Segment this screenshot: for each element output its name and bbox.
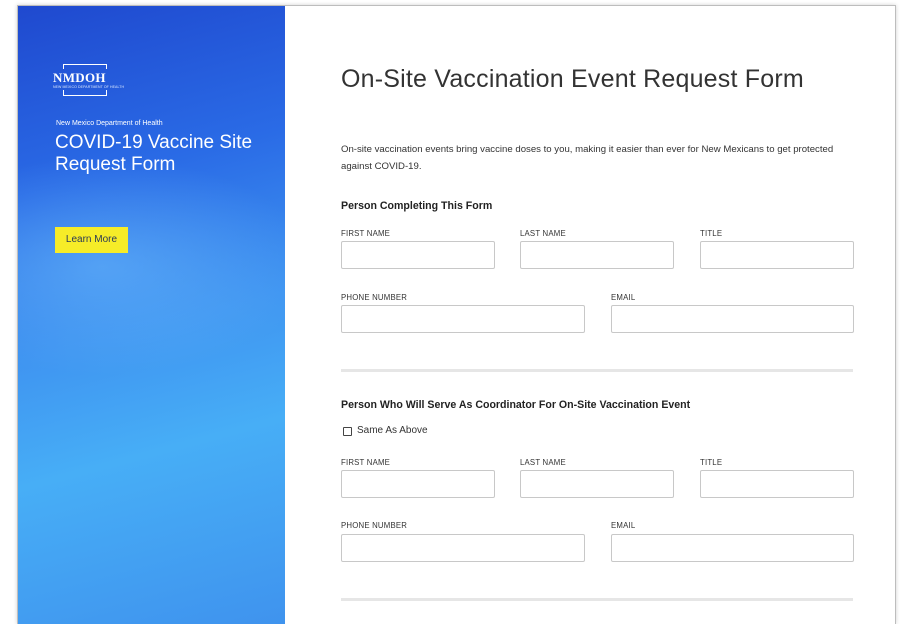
coordinator-first-name-label: FIRST NAME xyxy=(341,458,391,467)
logo-bracket-top xyxy=(63,64,107,69)
intro-text: On-site vaccination events bring vaccine… xyxy=(341,144,834,172)
logo-text: NMDOH xyxy=(53,70,106,85)
last-name-input[interactable] xyxy=(520,241,674,269)
title-label: TITLE xyxy=(700,229,723,238)
learn-more-button[interactable]: Learn More xyxy=(55,227,128,253)
same-as-above-label[interactable]: Same As Above xyxy=(357,425,428,436)
coordinator-email-label: EMAIL xyxy=(611,521,636,530)
first-name-input[interactable] xyxy=(341,241,495,269)
section-divider xyxy=(341,369,853,372)
same-as-above-checkbox[interactable] xyxy=(343,427,352,436)
email-input[interactable] xyxy=(611,305,854,333)
page-title: On-Site Vaccination Event Request Form xyxy=(341,65,804,93)
coordinator-phone-number-label: PHONE NUMBER xyxy=(341,521,408,530)
coordinator-first-name-input[interactable] xyxy=(341,470,495,498)
last-name-label: LAST NAME xyxy=(520,229,566,238)
section-heading-person-completing: Person Completing This Form xyxy=(341,200,493,212)
section-divider-bottom xyxy=(341,598,853,601)
coordinator-title-label: TITLE xyxy=(700,458,723,467)
logo-subtext: NEW MEXICO DEPARTMENT OF HEALTH xyxy=(53,85,125,89)
nmdoh-logo: NMDOH NEW MEXICO DEPARTMENT OF HEALTH xyxy=(53,64,133,100)
coordinator-email-input[interactable] xyxy=(611,534,854,562)
coordinator-phone-number-input[interactable] xyxy=(341,534,585,562)
department-name: New Mexico Department of Health xyxy=(56,120,163,127)
coordinator-last-name-label: LAST NAME xyxy=(520,458,566,467)
sidebar-glow xyxy=(18,156,285,376)
phone-number-label: PHONE NUMBER xyxy=(341,293,408,302)
coordinator-title-input[interactable] xyxy=(700,470,854,498)
coordinator-last-name-input[interactable] xyxy=(520,470,674,498)
title-input[interactable] xyxy=(700,241,854,269)
email-label: EMAIL xyxy=(611,293,636,302)
form-main: On-Site Vaccination Event Request Form O… xyxy=(285,6,895,624)
browser-page-frame: NMDOH NEW MEXICO DEPARTMENT OF HEALTH Ne… xyxy=(17,5,896,624)
sidebar-title: COVID-19 Vaccine Site Request Form xyxy=(55,132,253,175)
first-name-label: FIRST NAME xyxy=(341,229,391,238)
phone-number-input[interactable] xyxy=(341,305,585,333)
section-heading-coordinator: Person Who Will Serve As Coordinator For… xyxy=(341,399,691,411)
logo-bracket-bottom xyxy=(63,90,107,96)
sidebar: NMDOH NEW MEXICO DEPARTMENT OF HEALTH Ne… xyxy=(18,6,285,624)
